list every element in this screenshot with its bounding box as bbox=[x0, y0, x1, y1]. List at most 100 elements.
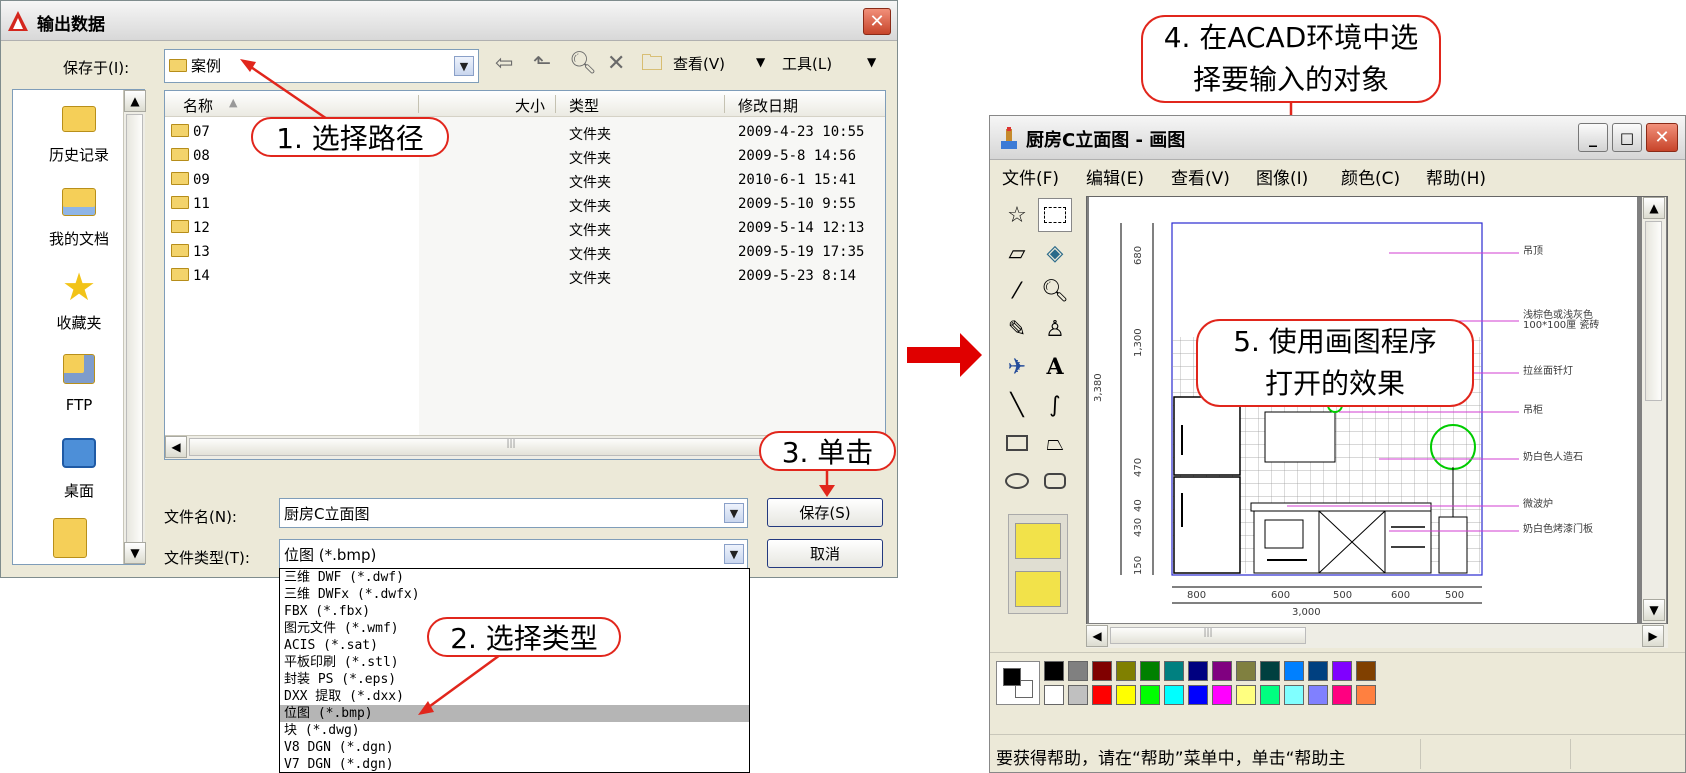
line-icon[interactable]: ╲ bbox=[1000, 388, 1034, 422]
color-swatch[interactable] bbox=[1092, 661, 1112, 681]
eyedropper-icon[interactable]: ⁄ bbox=[1000, 274, 1034, 308]
color-swatch[interactable] bbox=[1284, 685, 1304, 705]
text-icon[interactable]: A bbox=[1038, 350, 1072, 384]
scroll-down-icon[interactable]: ▼ bbox=[1643, 599, 1665, 621]
divider bbox=[1570, 739, 1571, 769]
brush-icon[interactable]: ♙ bbox=[1038, 312, 1072, 346]
callout-1: 1. 选择路径 bbox=[251, 117, 449, 157]
horizontal-dimension: 500 bbox=[1333, 590, 1353, 601]
color-swatch[interactable] bbox=[1332, 685, 1352, 705]
rounded-rect-icon[interactable] bbox=[1038, 464, 1072, 498]
color-swatch[interactable] bbox=[1308, 685, 1328, 705]
drawing-annotation: 拉丝面钎灯 bbox=[1523, 366, 1573, 377]
scroll-thumb[interactable]: ||| bbox=[1110, 627, 1306, 644]
rect-select-icon[interactable] bbox=[1038, 198, 1072, 232]
menu-help[interactable]: 帮助(H) bbox=[1426, 164, 1486, 189]
opaque-option-icon[interactable] bbox=[1015, 523, 1061, 559]
divider bbox=[1420, 739, 1421, 769]
vertical-dimension: 150 bbox=[1133, 555, 1144, 575]
scroll-thumb[interactable] bbox=[1645, 221, 1662, 401]
free-select-icon[interactable]: ☆ bbox=[1000, 198, 1034, 232]
callout-3: 3. 单击 bbox=[759, 431, 896, 471]
status-text: 要获得帮助，请在“帮助”菜单中，单击“帮助主 bbox=[996, 749, 1346, 769]
maximize-icon[interactable]: □ bbox=[1612, 123, 1642, 152]
curve-icon[interactable]: ∫ bbox=[1038, 388, 1072, 422]
eraser-icon[interactable]: ▱ bbox=[1000, 236, 1034, 270]
callout-4: 4. 在ACAD环境中选 择要输入的对象 bbox=[1141, 15, 1441, 103]
color-swatch[interactable] bbox=[1140, 685, 1160, 705]
color-palette bbox=[1044, 661, 1384, 711]
drawing-annotation: 奶白色人造石 bbox=[1523, 452, 1583, 463]
minimize-icon[interactable]: _ bbox=[1578, 123, 1608, 152]
color-swatch[interactable] bbox=[1044, 661, 1064, 681]
drawer-cabinet bbox=[1384, 510, 1432, 574]
vertical-dimension: 40 bbox=[1133, 499, 1144, 512]
paint-title-bar: 厨房C立面图 - 画图 _ □ ✕ bbox=[990, 116, 1685, 160]
polygon-icon[interactable]: ⏢ bbox=[1038, 426, 1072, 460]
menu-colors[interactable]: 颜色(C) bbox=[1341, 164, 1400, 189]
canvas-hscroll[interactable]: ◀ ||| ▶ bbox=[1086, 624, 1668, 648]
transparent-option-icon[interactable] bbox=[1015, 571, 1061, 607]
color-swatch[interactable] bbox=[1164, 685, 1184, 705]
color-swatch[interactable] bbox=[1116, 685, 1136, 705]
callout-4-line1: 4. 在ACAD环境中选 bbox=[1163, 21, 1419, 54]
color-swatch[interactable] bbox=[1308, 661, 1328, 681]
color-swatch[interactable] bbox=[1212, 685, 1232, 705]
status-bar: 要获得帮助，请在“帮助”菜单中，单击“帮助主 bbox=[990, 734, 1685, 772]
color-swatch[interactable] bbox=[1332, 661, 1352, 681]
color-swatch[interactable] bbox=[1260, 685, 1280, 705]
vertical-dimension: 470 bbox=[1133, 457, 1144, 477]
color-swatch[interactable] bbox=[1356, 685, 1376, 705]
color-swatch[interactable] bbox=[1260, 661, 1280, 681]
airbrush-icon[interactable]: ✈ bbox=[1000, 350, 1034, 384]
drawing-annotation: 浅棕色或浅灰色 100*100厘 瓷砖 bbox=[1523, 310, 1600, 331]
color-swatch[interactable] bbox=[1116, 661, 1136, 681]
canvas-viewport[interactable]: 3,380 3,000 ▲ ▼ 680 1,300 470 40 430 150 800 60… bbox=[1086, 196, 1668, 626]
current-colors[interactable] bbox=[996, 661, 1040, 705]
color-swatch[interactable] bbox=[1356, 661, 1376, 681]
vertical-dimension: 1,300 bbox=[1133, 328, 1144, 357]
vertical-dimension: 680 bbox=[1133, 245, 1144, 265]
arrow-2 bbox=[425, 653, 501, 711]
color-swatch[interactable] bbox=[1236, 661, 1256, 681]
magnifier-icon[interactable]: 🔍︎ bbox=[1038, 274, 1072, 308]
fridge-top bbox=[1173, 396, 1241, 476]
color-swatch[interactable] bbox=[1164, 661, 1184, 681]
callout-5: 5. 使用画图程序 打开的效果 bbox=[1196, 319, 1474, 407]
color-swatch[interactable] bbox=[1140, 661, 1160, 681]
callout-5-line1: 5. 使用画图程序 bbox=[1233, 325, 1437, 358]
color-swatch[interactable] bbox=[1188, 685, 1208, 705]
upper-cabinet bbox=[1264, 411, 1336, 463]
pencil-icon[interactable]: ✎ bbox=[1000, 312, 1034, 346]
menu-image[interactable]: 图像(I) bbox=[1256, 164, 1308, 189]
color-swatch[interactable] bbox=[1236, 685, 1256, 705]
foreground-color[interactable] bbox=[1003, 668, 1021, 686]
canvas-vscroll[interactable]: ▲ ▼ bbox=[1642, 197, 1666, 623]
scroll-up-icon[interactable]: ▲ bbox=[1643, 197, 1665, 219]
menu-view[interactable]: 查看(V) bbox=[1171, 164, 1230, 189]
menu-edit[interactable]: 编辑(E) bbox=[1086, 164, 1144, 189]
close-icon[interactable]: ✕ bbox=[1646, 123, 1678, 152]
color-swatch[interactable] bbox=[1068, 685, 1088, 705]
tool-options-box[interactable] bbox=[1008, 514, 1068, 614]
menu-file[interactable]: 文件(F) bbox=[1002, 164, 1059, 189]
color-swatch[interactable] bbox=[1188, 661, 1208, 681]
color-swatch[interactable] bbox=[1212, 661, 1232, 681]
horizontal-dimension: 600 bbox=[1391, 590, 1411, 601]
vertical-dimension: 430 bbox=[1133, 517, 1144, 537]
big-arrow-shaft bbox=[907, 347, 962, 363]
color-swatch[interactable] bbox=[1284, 661, 1304, 681]
fridge-bottom bbox=[1173, 476, 1241, 574]
color-swatch[interactable] bbox=[1092, 685, 1112, 705]
drawing-annotation: 吊柜 bbox=[1523, 405, 1543, 416]
countertop bbox=[1250, 502, 1432, 512]
ellipse-icon[interactable] bbox=[1000, 464, 1034, 498]
scroll-left-icon[interactable]: ◀ bbox=[1086, 625, 1108, 647]
color-swatch[interactable] bbox=[1044, 685, 1064, 705]
color-swatch[interactable] bbox=[1068, 661, 1088, 681]
fill-bucket-icon[interactable]: ◈ bbox=[1038, 236, 1072, 270]
callout-5-line2: 打开的效果 bbox=[1264, 367, 1405, 400]
scroll-right-icon[interactable]: ▶ bbox=[1642, 625, 1664, 647]
rectangle-icon[interactable] bbox=[1000, 426, 1034, 460]
drawing-annotation: 微波炉 bbox=[1523, 499, 1553, 510]
